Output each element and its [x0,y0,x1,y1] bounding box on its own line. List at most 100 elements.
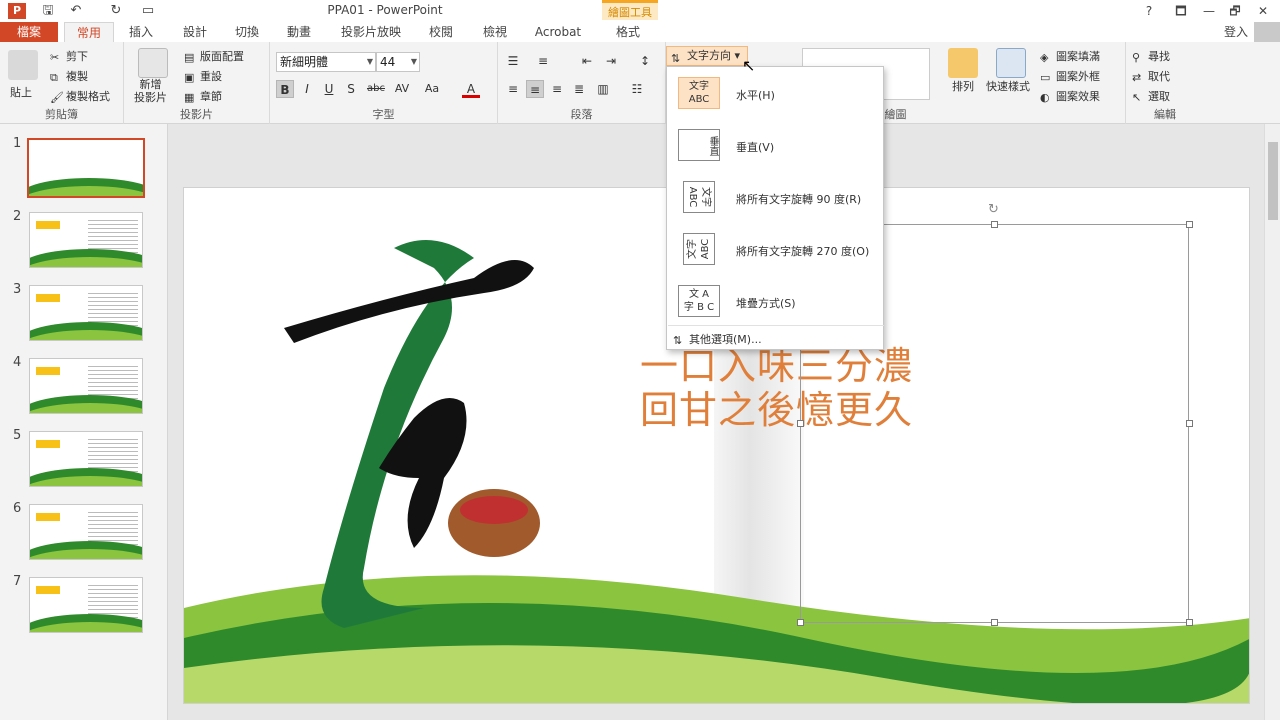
resize-handle[interactable] [797,420,804,427]
slide-thumbnail-1[interactable] [27,138,145,198]
copy-button[interactable]: ⧉ 複製 [50,68,88,84]
ribbon-display-options-icon[interactable]: 🗖 [1168,2,1194,20]
tab-view[interactable]: 檢視 [472,22,518,42]
underline-button[interactable]: U [320,80,338,98]
resize-handle[interactable] [1186,221,1193,228]
minimize-button[interactable]: — [1196,2,1222,20]
resize-handle[interactable] [1186,619,1193,626]
align-center-icon[interactable]: ≡ [526,80,544,98]
section-button[interactable]: ▦ 章節 [184,88,222,104]
strikethrough-button[interactable]: abc [364,80,388,98]
resize-handle[interactable] [797,619,804,626]
shape-fill-button[interactable]: ◈ 圖案填滿 [1040,48,1100,64]
new-slide-button[interactable]: 新增 投影片 [134,78,167,104]
paragraph-group: ☰ ≡ ⇤ ⇥ ↕ ≡ ≡ ≡ ≣ ▥ ☷ 段落 [498,42,666,124]
slide-thumbnail-7[interactable] [29,577,143,633]
tab-insert[interactable]: 插入 [118,22,164,42]
paste-button[interactable]: 貼上 [10,84,32,100]
rotate-handle-icon[interactable]: ↻ [988,202,999,217]
bullets-icon[interactable]: ☰ [504,52,522,70]
align-right-icon[interactable]: ≡ [548,80,566,98]
align-text-icon[interactable]: ☷ [628,80,646,98]
ribbon: 貼上 ✂ 剪下 ⧉ 複製 🖌 複製格式 剪貼簿 新增 投影片 ▤ 版面配置 ▣ 重設 ▦ 章… [0,42,1280,124]
quick-styles-button[interactable]: 快速樣式 [986,78,1030,94]
slide-number: 3 [13,282,22,297]
tab-review[interactable]: 校閱 [418,22,464,42]
shadow-button[interactable]: S [342,80,360,98]
avatar[interactable] [1254,22,1280,44]
tab-transitions[interactable]: 切換 [224,22,270,42]
paragraph-group-label: 段落 [570,108,593,121]
italic-button[interactable]: I [298,80,316,98]
tab-design[interactable]: 設計 [172,22,218,42]
close-button[interactable]: ✕ [1250,2,1276,20]
slide-thumbnail-3[interactable] [29,285,143,341]
resize-handle[interactable] [1186,420,1193,427]
numbering-icon[interactable]: ≡ [534,52,552,70]
format-painter-button[interactable]: 🖌 複製格式 [50,88,110,104]
character-spacing-button[interactable]: AV [390,80,414,98]
reset-button[interactable]: ▣ 重設 [184,68,222,84]
layout-button[interactable]: ▤ 版面配置 [184,48,244,64]
select-button[interactable]: ↖ 選取 [1132,88,1170,104]
menu-item-stacked[interactable]: 文 A 字 B C 堆疊方式(S) [668,277,884,327]
title-bar: P 🖫 ↶ ↻ ▭ PPA01 - PowerPoint 繪圖工具 ? 🗖 — … [0,0,1280,22]
shape-outline-button[interactable]: ▭ 圖案外框 [1040,68,1100,84]
arrange-icon [948,48,978,78]
paint-bucket-icon: ◈ [1040,51,1049,64]
increase-indent-icon[interactable]: ⇥ [602,52,620,70]
drawing-tools-context: 繪圖工具 [602,0,658,20]
arrange-button[interactable]: 排列 [952,78,974,94]
decrease-indent-icon[interactable]: ⇤ [578,52,596,70]
menu-item-horizontal[interactable]: 文字 ABC 水平(H) [668,69,884,119]
restore-button[interactable]: 🗗 [1222,2,1248,20]
select-label: 選取 [1148,90,1170,103]
tab-file[interactable]: 檔案 [0,22,58,42]
tab-home[interactable]: 常用 [64,22,114,42]
shape-effects-button[interactable]: ◐ 圖案效果 [1040,88,1100,104]
font-color-button[interactable]: A [462,80,480,98]
tab-format[interactable]: 格式 [604,22,652,42]
slide-thumbnail-6[interactable] [29,504,143,560]
slide-thumbnail-2[interactable] [29,212,143,268]
cut-button[interactable]: ✂ 剪下 [50,48,88,64]
resize-handle[interactable] [991,619,998,626]
chevron-down-icon: ▼ [366,57,373,66]
logo-black-stroke [284,260,534,343]
resize-handle[interactable] [991,221,998,228]
replace-label: 取代 [1148,70,1170,83]
slide-thumbnail-4[interactable] [29,358,143,414]
shape-fill-label: 圖案填滿 [1056,50,1100,63]
align-left-icon[interactable]: ≡ [504,80,522,98]
columns-icon[interactable]: ▥ [594,80,612,98]
menu-item-label: 將所有文字旋轉 270 度(O) [736,245,870,258]
bold-button[interactable]: B [276,80,294,98]
menu-item-vertical[interactable]: 垂直 垂直(V) [668,121,884,171]
justify-icon[interactable]: ≣ [570,80,588,98]
replace-button[interactable]: ⇄ 取代 [1132,68,1170,84]
new-slide-icon [138,48,168,78]
menu-item-label: 水平(H) [736,89,775,102]
font-name-select[interactable]: 新細明體 ▼ [276,52,376,72]
menu-item-label: 將所有文字旋轉 90 度(R) [736,193,862,206]
tea-surface [460,496,528,524]
font-size-select[interactable]: 44 ▼ [376,52,420,72]
vertical-preview-icon: 垂直 [678,129,720,161]
find-button[interactable]: ⚲ 尋找 [1132,48,1170,64]
line-spacing-icon[interactable]: ↕ [636,52,654,70]
scissors-icon: ✂ [50,51,60,64]
menu-item-more-options[interactable]: ⇅ 其他選項(M)... [673,331,762,347]
font-name-value: 新細明體 [280,55,329,69]
sign-in-link[interactable]: 登入 [1224,22,1248,42]
slide-number: 5 [13,428,22,443]
scrollbar-thumb[interactable] [1268,142,1278,220]
help-button[interactable]: ? [1136,2,1162,20]
vertical-scrollbar[interactable] [1264,124,1280,720]
tab-acrobat[interactable]: Acrobat [528,22,588,42]
slide-thumbnail-5[interactable] [29,431,143,487]
tab-slideshow[interactable]: 投影片放映 [334,22,408,42]
tab-animations[interactable]: 動畫 [276,22,322,42]
change-case-button[interactable]: Aa [420,80,444,98]
menu-item-rotate-270[interactable]: 文字 ABC 將所有文字旋轉 270 度(O) [668,225,884,275]
menu-item-rotate-90[interactable]: 文字 ABC 將所有文字旋轉 90 度(R) [668,173,884,223]
